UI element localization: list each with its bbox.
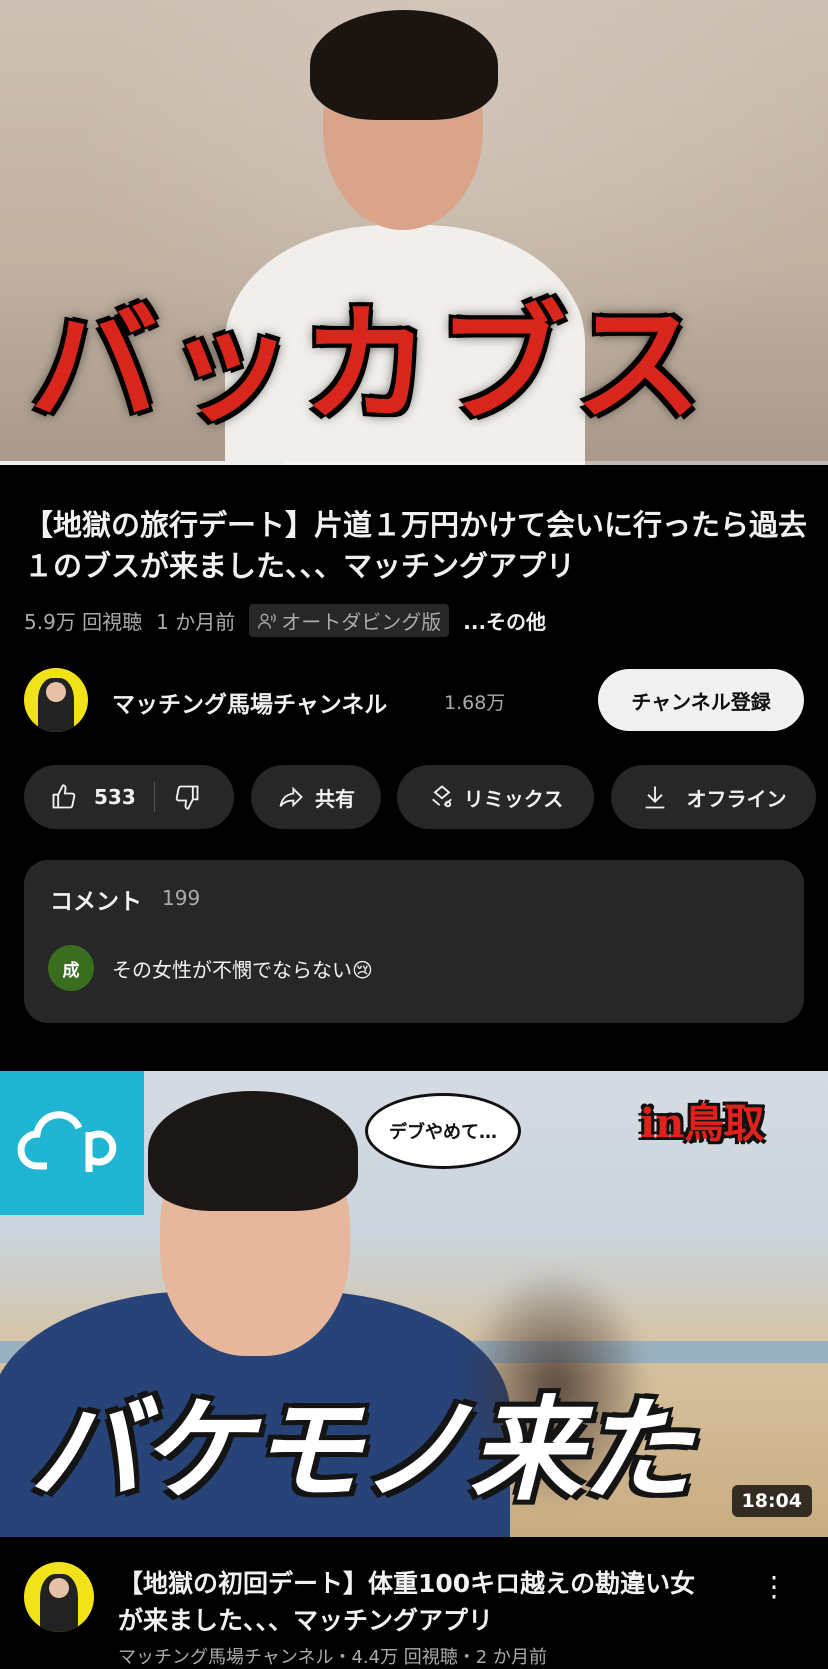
channel-row: マッチング馬場チャンネル 1.68万 チャンネル登録 [0, 665, 828, 735]
auto-dub-label: オートダビング版 [281, 610, 442, 634]
video-title[interactable]: 【地獄の旅行デート】片道１万円かけて会いに行ったら過去１のブスが来ました、、、マ… [24, 505, 809, 587]
thumbs-down-icon [175, 785, 199, 810]
like-count: 533 [94, 785, 136, 809]
next-video-channel-avatar[interactable] [24, 1562, 94, 1632]
video-overlay-text: バッカブス [30, 290, 711, 440]
next-video-details[interactable]: 【地獄の初回デート】体重100キロ越えの勘違い女が来ました、、、マッチングアプリ… [0, 1537, 828, 1668]
view-count: 5.9万 回視聴 [24, 610, 143, 634]
subscriber-count: 1.68万 [444, 692, 506, 714]
remix-icon [431, 785, 452, 808]
dislike-button[interactable] [173, 783, 201, 811]
comments-panel[interactable]: コメント 199 成 その女性が不憫でならない😢 [24, 860, 804, 1023]
video-meta[interactable]: 5.9万 回視聴 1 か月前 オートダビング版 ...その他 [24, 604, 546, 637]
more-link[interactable]: ...その他 [463, 606, 546, 635]
video-player[interactable]: バッカブス [0, 0, 828, 465]
share-arrow-icon [279, 786, 303, 808]
download-icon [645, 786, 664, 809]
channel-avatar[interactable] [24, 668, 88, 732]
top-comment-text: その女性が不憫でならない😢 [112, 958, 373, 982]
kebab-menu-icon[interactable]: ⋮ [760, 1565, 788, 1609]
like-button[interactable]: 533 [50, 783, 136, 811]
action-bar: 533 共有 リミックス オフライン [0, 765, 828, 831]
thumbnail-speech-bubble: デブやめて… [365, 1093, 521, 1169]
like-divider [153, 782, 155, 812]
auto-dub-badge: オートダビング版 [249, 604, 450, 637]
commenter-avatar: 成 [48, 945, 94, 991]
like-dislike-pill: 533 [24, 765, 234, 829]
share-button[interactable]: 共有 [251, 765, 381, 829]
offline-label: オフライン [686, 786, 787, 811]
remix-label: リミックス [463, 786, 564, 811]
thumbnail-location-tag: in鳥取 [640, 1100, 765, 1147]
channel-name[interactable]: マッチング馬場チャンネル [112, 685, 387, 719]
offline-button[interactable]: オフライン [611, 765, 816, 829]
next-video-meta: マッチング馬場チャンネル・4.4万 回視聴・2 か月前 [118, 1647, 547, 1668]
duration-badge: 18:04 [731, 1485, 812, 1517]
thumbnail-big-text: バケモノ来た [30, 1386, 692, 1516]
share-label: 共有 [315, 786, 355, 811]
person-voice-icon [258, 613, 277, 629]
next-video-thumbnail[interactable]: デブやめて… in鳥取 バケモノ来た 18:04 [0, 1071, 828, 1537]
remix-button[interactable]: リミックス [397, 765, 594, 829]
progress-bar-fill [0, 461, 282, 465]
thumbs-up-icon [52, 784, 76, 809]
progress-bar[interactable] [0, 461, 828, 465]
cloud-p-logo-icon [0, 1071, 144, 1215]
subscribe-button[interactable]: チャンネル登録 [598, 669, 804, 731]
next-video-title[interactable]: 【地獄の初回デート】体重100キロ越えの勘違い女が来ました、、、マッチングアプリ [118, 1565, 718, 1639]
upload-age: 1 か月前 [156, 610, 236, 634]
comments-header: コメント [50, 889, 142, 915]
comments-count: 199 [162, 886, 201, 910]
